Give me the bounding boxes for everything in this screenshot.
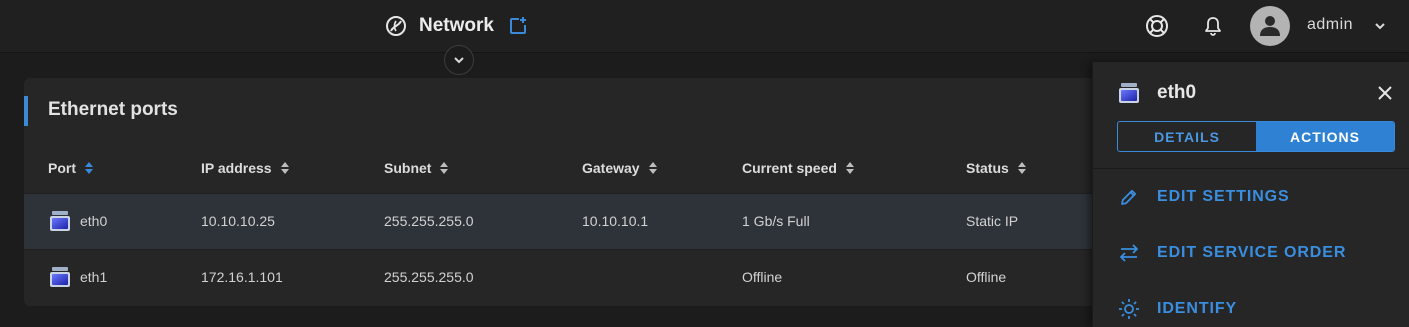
chevron-down-icon — [454, 57, 464, 64]
sort-icon[interactable] — [280, 161, 290, 175]
page-title: Network — [419, 15, 494, 36]
card-title: Ethernet ports — [48, 99, 178, 120]
help-lifebuoy-icon[interactable] — [1144, 13, 1170, 39]
card-accent-bar — [24, 96, 28, 126]
port-details-panel: eth0 DETAILS ACTIONS EDIT SETTINGS EDIT … — [1092, 62, 1409, 327]
tab-actions[interactable]: ACTIONS — [1256, 122, 1394, 151]
swap-arrows-icon — [1117, 241, 1141, 265]
cell-port: eth1 — [80, 269, 108, 285]
notification-bell-icon[interactable] — [1200, 13, 1226, 39]
cell-gateway: 10.10.10.1 — [582, 213, 649, 229]
ethernet-port-icon — [48, 209, 72, 233]
ethernet-ports-card: Ethernet ports Port IP address Subnet Ga… — [24, 78, 1124, 306]
user-name[interactable]: admin — [1307, 16, 1353, 34]
column-header-subnet[interactable]: Subnet — [384, 160, 449, 176]
table-row[interactable]: eth0 10.10.10.25 255.255.255.0 10.10.10.… — [24, 193, 1124, 249]
ethernet-port-icon — [1117, 81, 1141, 105]
panel-tabs: DETAILS ACTIONS — [1117, 121, 1395, 152]
panel-title: eth0 — [1157, 82, 1197, 103]
pencil-icon — [1117, 185, 1141, 209]
cell-status: Offline — [966, 269, 1007, 285]
ethernet-port-icon — [48, 265, 72, 289]
chevron-down-icon[interactable] — [1373, 19, 1387, 33]
tab-details[interactable]: DETAILS — [1118, 122, 1256, 151]
sort-icon[interactable] — [1017, 161, 1027, 175]
network-icon — [385, 15, 407, 37]
divider — [1093, 168, 1409, 169]
table-header: Port IP address Subnet Gateway Current s… — [24, 156, 1124, 192]
user-icon — [1260, 16, 1280, 36]
sort-icon[interactable] — [845, 161, 855, 175]
column-header-status[interactable]: Status — [966, 160, 1027, 176]
sun-icon — [1117, 297, 1141, 321]
column-header-current-speed[interactable]: Current speed — [742, 160, 855, 176]
cell-port: eth0 — [80, 213, 108, 229]
column-header-port[interactable]: Port — [48, 160, 94, 176]
collapse-header-button[interactable] — [444, 45, 474, 75]
cell-ip-address: 172.16.1.101 — [201, 269, 283, 285]
sort-ascending-icon[interactable] — [84, 161, 94, 175]
cell-subnet: 255.255.255.0 — [384, 269, 474, 285]
table-row[interactable]: eth1 172.16.1.101 255.255.255.0 Offline … — [24, 249, 1124, 305]
cell-status: Static IP — [966, 213, 1019, 229]
top-bar: Network admin — [0, 0, 1409, 53]
cell-current-speed: Offline — [742, 269, 783, 285]
avatar[interactable] — [1250, 6, 1290, 46]
cell-ip-address: 10.10.10.25 — [201, 213, 275, 229]
cell-subnet: 255.255.255.0 — [384, 213, 474, 229]
edit-service-order-button[interactable]: EDIT SERVICE ORDER — [1117, 241, 1346, 265]
open-external-icon[interactable] — [508, 16, 528, 36]
identify-button[interactable]: IDENTIFY — [1117, 297, 1237, 321]
column-header-ip-address[interactable]: IP address — [201, 160, 290, 176]
edit-settings-button[interactable]: EDIT SETTINGS — [1117, 185, 1290, 209]
sort-icon[interactable] — [439, 161, 449, 175]
sort-icon[interactable] — [648, 161, 658, 175]
close-icon[interactable] — [1375, 83, 1395, 103]
page-header: Network — [385, 14, 528, 38]
column-header-gateway[interactable]: Gateway — [582, 160, 658, 176]
cell-current-speed: 1 Gb/s Full — [742, 213, 810, 229]
